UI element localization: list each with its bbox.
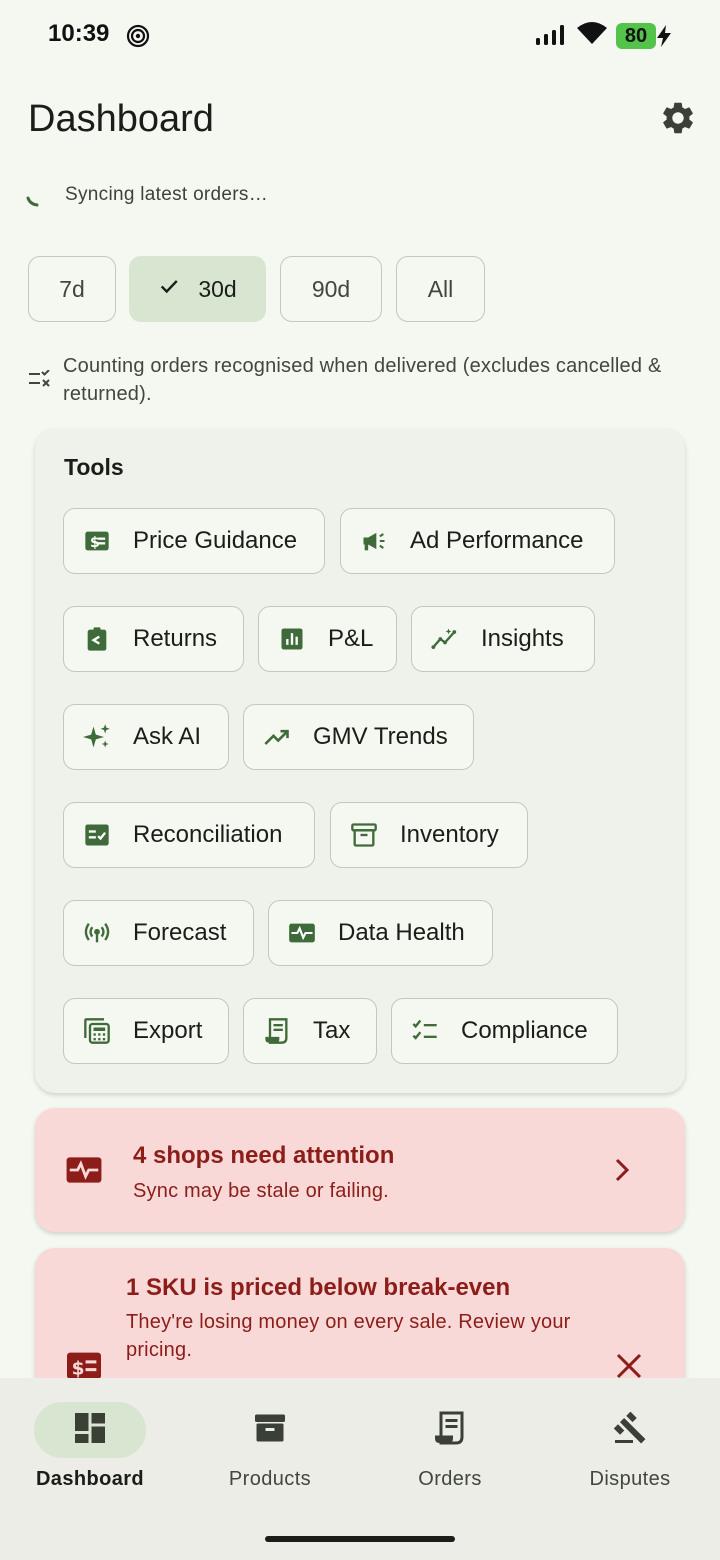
home-indicator bbox=[265, 1536, 455, 1542]
chip-label: 7d bbox=[59, 275, 85, 302]
archive-icon bbox=[252, 1410, 288, 1451]
megaphone-icon bbox=[360, 527, 388, 555]
loading-spinner bbox=[26, 194, 40, 213]
tool-gmv-trends[interactable]: GMV Trends bbox=[243, 704, 474, 770]
tool-data-health[interactable]: Data Health bbox=[268, 900, 493, 966]
nav-indicator bbox=[34, 1402, 146, 1458]
nav-label: Products bbox=[228, 1468, 312, 1490]
tool-reconciliation[interactable]: Reconciliation bbox=[63, 802, 315, 868]
receipt-icon bbox=[432, 1410, 468, 1451]
tool-tax[interactable]: Tax bbox=[243, 998, 377, 1064]
tool-label: Forecast bbox=[133, 919, 227, 946]
dashboard-icon bbox=[72, 1410, 108, 1451]
tool-compliance[interactable]: Compliance bbox=[391, 998, 618, 1064]
battery-indicator: 80 bbox=[616, 23, 656, 49]
status-time: 10:39 bbox=[48, 20, 110, 47]
counting-note: Counting orders recognised when delivere… bbox=[63, 355, 662, 405]
chip-label: 30d bbox=[198, 275, 237, 302]
tool-label: Compliance bbox=[461, 1017, 588, 1044]
broadcast-icon bbox=[83, 919, 111, 947]
alert-title: 4 shops need attention bbox=[133, 1142, 395, 1169]
charging-icon bbox=[656, 25, 672, 52]
tool-label: Reconciliation bbox=[133, 821, 283, 848]
check-icon bbox=[158, 275, 180, 303]
period-chip-30d[interactable]: 30d bbox=[129, 256, 266, 322]
chip-label: 90d bbox=[311, 275, 351, 302]
tool-export[interactable]: Export bbox=[63, 998, 229, 1064]
tools-title: Tools bbox=[64, 454, 124, 480]
bar-chart-icon bbox=[278, 625, 306, 653]
tool-pnl[interactable]: P&L bbox=[258, 606, 397, 672]
gear-icon bbox=[659, 99, 697, 142]
nav-disputes[interactable]: Disputes bbox=[540, 1378, 720, 1518]
sparkle-icon bbox=[83, 723, 111, 751]
tool-label: Inventory bbox=[400, 821, 499, 848]
chip-label: All bbox=[427, 275, 454, 302]
insights-icon bbox=[431, 625, 459, 653]
nav-label: Disputes bbox=[589, 1468, 671, 1490]
tool-label: Ad Performance bbox=[410, 527, 584, 554]
nav-indicator bbox=[574, 1402, 686, 1458]
tool-ad-performance[interactable]: Ad Performance bbox=[340, 508, 615, 574]
tool-label: Insights bbox=[481, 625, 564, 652]
nav-label: Orders bbox=[418, 1468, 482, 1490]
tool-label: GMV Trends bbox=[313, 723, 448, 750]
tools-card: Tools $ Price Guidance Ad Performance Re… bbox=[35, 429, 685, 1093]
tool-inventory[interactable]: Inventory bbox=[330, 802, 528, 868]
status-bar: 10:39 80 bbox=[0, 0, 720, 72]
nav-indicator bbox=[214, 1402, 326, 1458]
page-title: Dashboard bbox=[28, 98, 214, 140]
wifi-icon bbox=[576, 22, 608, 51]
archive-icon bbox=[350, 821, 378, 849]
alert-body: Sync may be stale or failing. bbox=[133, 1180, 389, 1202]
calculator-icon bbox=[83, 1017, 111, 1045]
nav-orders[interactable]: Orders bbox=[360, 1378, 540, 1518]
alert-body: They're losing money on every sale. Revi… bbox=[126, 1311, 571, 1361]
signal-icon bbox=[535, 24, 567, 51]
checklist-icon bbox=[83, 821, 111, 849]
sync-status-text: Syncing latest orders… bbox=[65, 184, 269, 205]
shops-attention-alert[interactable]: 4 shops need attention Sync may be stale… bbox=[35, 1108, 685, 1232]
trending-up-icon bbox=[263, 723, 291, 751]
return-icon bbox=[83, 625, 111, 653]
nav-products[interactable]: Products bbox=[180, 1378, 360, 1518]
alert-title: 1 SKU is priced below break-even bbox=[126, 1274, 511, 1301]
tool-label: Tax bbox=[313, 1017, 351, 1044]
tool-insights[interactable]: Insights bbox=[411, 606, 595, 672]
tool-returns[interactable]: Returns bbox=[63, 606, 244, 672]
period-chip-all[interactable]: All bbox=[396, 256, 485, 322]
nav-label: Dashboard bbox=[35, 1468, 145, 1490]
tool-label: Ask AI bbox=[133, 723, 202, 750]
nav-indicator bbox=[394, 1402, 506, 1458]
tool-label: P&L bbox=[328, 625, 374, 652]
checklist-rtl-icon bbox=[411, 1017, 439, 1045]
period-chip-90d[interactable]: 90d bbox=[280, 256, 382, 322]
period-chip-7d[interactable]: 7d bbox=[28, 256, 116, 322]
rule-icon bbox=[28, 369, 52, 395]
chevron-right-icon bbox=[611, 1157, 633, 1188]
tool-ask-ai[interactable]: Ask AI bbox=[63, 704, 229, 770]
monitor-heart-icon bbox=[65, 1154, 103, 1191]
price-tag-icon: $ bbox=[83, 527, 111, 555]
tool-label: Export bbox=[133, 1017, 203, 1044]
tool-label: Data Health bbox=[338, 919, 465, 946]
gavel-icon bbox=[612, 1410, 648, 1451]
tool-price-guidance[interactable]: $ Price Guidance bbox=[63, 508, 325, 574]
tool-forecast[interactable]: Forecast bbox=[63, 900, 254, 966]
radar-icon bbox=[126, 24, 150, 53]
monitor-heart-icon bbox=[288, 919, 316, 947]
nav-dashboard[interactable]: Dashboard bbox=[0, 1378, 180, 1518]
svg-text:$: $ bbox=[72, 1358, 85, 1379]
bottom-navigation: Dashboard Products Orders Disputes bbox=[0, 1378, 720, 1560]
tool-label: Price Guidance bbox=[133, 527, 298, 554]
receipt-icon bbox=[263, 1017, 291, 1045]
settings-button[interactable] bbox=[656, 98, 700, 142]
tool-label: Returns bbox=[133, 625, 218, 652]
